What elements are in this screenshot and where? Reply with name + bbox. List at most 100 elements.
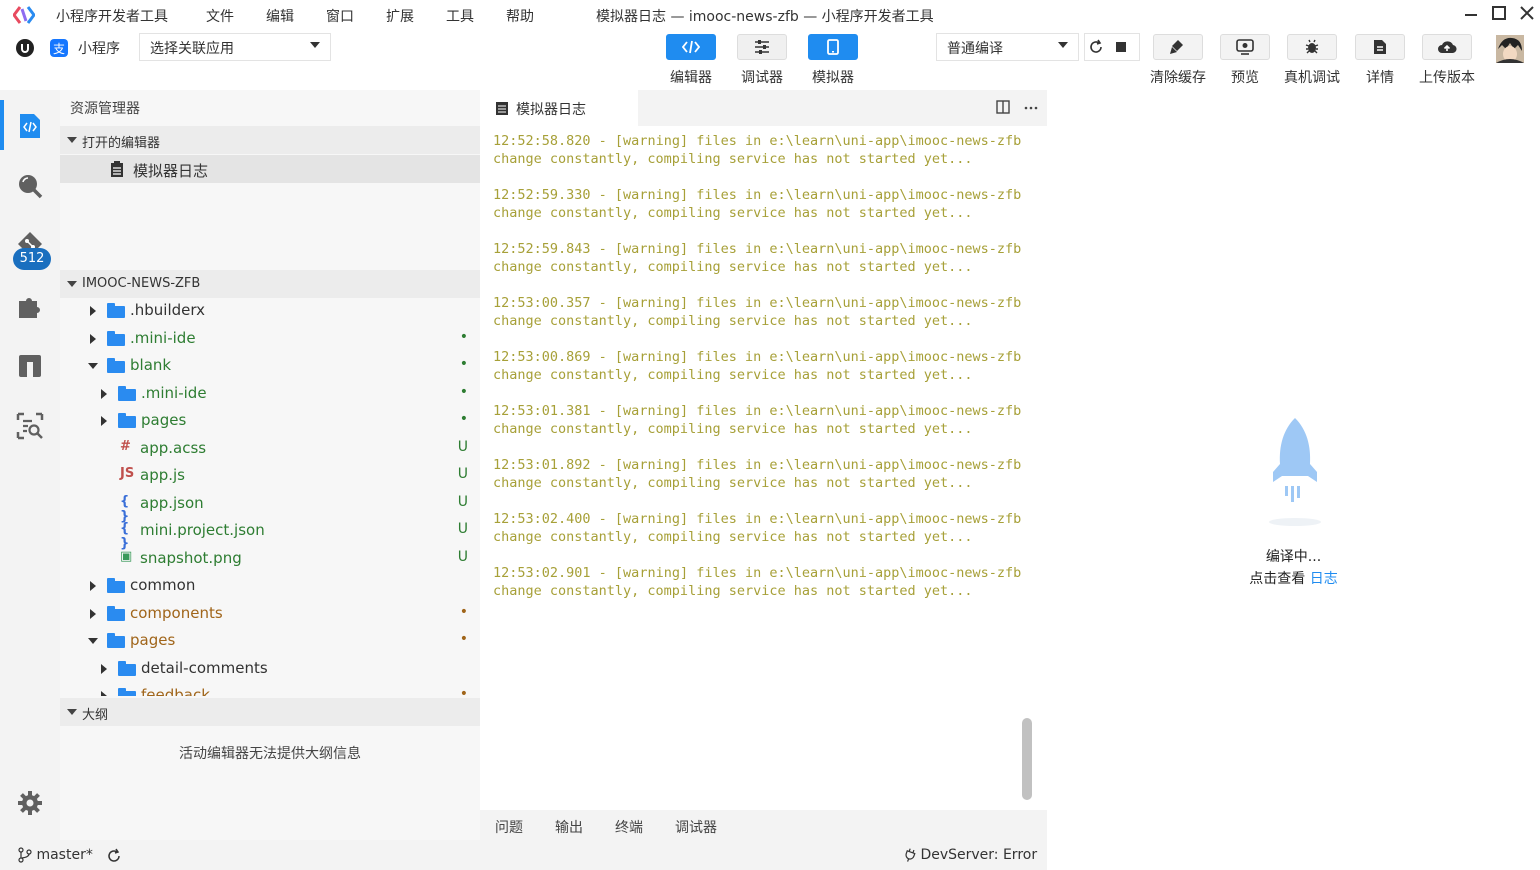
stop-icon[interactable] — [1116, 42, 1126, 52]
refresh-icon[interactable] — [1088, 39, 1104, 55]
extensions-icon[interactable] — [15, 291, 45, 321]
tab-terminal[interactable]: 终端 — [615, 817, 643, 837]
view-log-link[interactable]: 日志 — [1310, 571, 1338, 587]
menu-edit[interactable]: 编辑 — [266, 6, 294, 26]
menu-app[interactable]: 小程序开发者工具 — [56, 6, 168, 26]
tree-item-label: blank — [130, 356, 172, 374]
split-editor-icon[interactable] — [996, 100, 1010, 114]
remote-debug-button[interactable] — [1287, 34, 1337, 60]
log-entry: 12:53:01.381 - [warning] files in e:\lea… — [493, 402, 1028, 438]
chevron-down-icon[interactable] — [88, 363, 98, 369]
gear-icon[interactable] — [15, 788, 45, 818]
open-editors-header[interactable]: 打开的编辑器 — [60, 126, 480, 154]
tree-item[interactable]: .hbuilderx — [60, 298, 480, 325]
menu-help[interactable]: 帮助 — [506, 6, 534, 26]
view-log-hint: 点击查看 日志 — [1047, 568, 1540, 588]
sync-icon[interactable] — [106, 848, 122, 864]
preview-button[interactable] — [1220, 34, 1270, 60]
compile-controls — [1084, 33, 1140, 61]
tree-item[interactable]: blank • — [60, 353, 480, 380]
tree-item[interactable]: feedback • — [60, 683, 480, 696]
menu-file[interactable]: 文件 — [206, 6, 234, 26]
tab-problems[interactable]: 问题 — [495, 817, 523, 837]
search-icon[interactable] — [15, 171, 45, 201]
layout-icon[interactable] — [15, 351, 45, 381]
toolbar: 支 小程序 选择关联应用 编辑器 调试器 模拟器 普通编译 清除缓存 预览 真机… — [0, 30, 1540, 90]
project-header[interactable]: IMOOC-NEWS-ZFB — [60, 270, 480, 298]
more-actions-icon[interactable] — [1024, 106, 1038, 110]
menu-extensions[interactable]: 扩展 — [386, 6, 414, 26]
details-button[interactable] — [1355, 34, 1405, 60]
chevron-right-icon[interactable] — [101, 388, 107, 399]
upload-label: 上传版本 — [1419, 70, 1475, 86]
upload-button[interactable] — [1422, 34, 1472, 60]
chevron-right-icon[interactable] — [101, 691, 107, 696]
tab-debugger[interactable]: 调试器 — [675, 817, 717, 837]
tree-item-label: app.json — [140, 493, 204, 512]
title-bar: 小程序开发者工具 文件 编辑 窗口 扩展 工具 帮助 模拟器日志 — imooc… — [0, 0, 1540, 30]
tree-item[interactable]: # app.acss U — [60, 436, 480, 463]
log-timestamp: 12:52:59.843 — [493, 241, 591, 257]
editor-toggle-button[interactable] — [666, 34, 716, 60]
git-status-badge: • — [459, 411, 468, 427]
css-icon: # — [120, 438, 131, 454]
code-icon[interactable] — [15, 111, 45, 141]
menu-window[interactable]: 窗口 — [326, 6, 354, 26]
tree-item[interactable]: { } mini.project.json U — [60, 518, 480, 551]
folder-icon — [107, 578, 125, 593]
devserver-status[interactable]: DevServer: Error — [904, 847, 1037, 863]
tab-simulator-log[interactable]: 模拟器日志 — [480, 90, 638, 126]
tree-item[interactable]: pages • — [60, 628, 480, 655]
chevron-down-icon — [1058, 42, 1068, 48]
outline-header[interactable]: 大纲 — [60, 698, 480, 726]
debugger-toggle-label: 调试器 — [741, 70, 783, 86]
tree-item[interactable]: .mini-ide • — [60, 381, 480, 408]
tree-item[interactable]: components • — [60, 601, 480, 628]
git-status-badge: U — [457, 466, 468, 482]
log-scrollbar[interactable] — [1022, 718, 1032, 800]
tree-item[interactable]: { } app.json U — [60, 491, 480, 524]
log-entry: 12:52:59.330 - [warning] files in e:\lea… — [493, 186, 1028, 222]
maximize-icon[interactable] — [1488, 4, 1510, 26]
simulator-panel: 编译中... 点击查看 日志 — [1047, 90, 1540, 870]
log-entry: 12:52:59.843 - [warning] files in e:\lea… — [493, 240, 1028, 276]
close-icon[interactable] — [1516, 4, 1538, 26]
chevron-down-icon[interactable] — [88, 638, 98, 644]
chevron-right-icon[interactable] — [101, 663, 107, 674]
file-tree: .hbuilderx .mini-ide • blank • .mini-ide • page… — [60, 298, 480, 696]
account-icon[interactable] — [16, 39, 34, 57]
debugger-toggle-button[interactable] — [737, 34, 787, 60]
log-timestamp: 12:53:00.357 — [493, 295, 591, 311]
chevron-right-icon[interactable] — [101, 416, 107, 426]
menu-tools[interactable]: 工具 — [446, 6, 474, 26]
chevron-right-icon[interactable] — [90, 608, 96, 619]
branch-indicator[interactable]: master* — [18, 847, 93, 863]
tree-item[interactable]: ▣ snapshot.png U — [60, 546, 480, 573]
simulator-toggle-button[interactable] — [808, 34, 858, 60]
minimize-icon[interactable] — [1460, 4, 1482, 26]
tab-output[interactable]: 输出 — [555, 817, 583, 837]
active-indicator — [0, 100, 4, 150]
tree-item[interactable]: .mini-ide • — [60, 326, 480, 353]
tree-item[interactable]: common — [60, 573, 480, 600]
tree-item[interactable]: JS app.js U — [60, 463, 480, 490]
tree-item[interactable]: pages • — [60, 408, 480, 435]
chevron-right-icon[interactable] — [90, 333, 96, 344]
tree-item[interactable]: detail-comments — [60, 656, 480, 683]
chevron-right-icon[interactable] — [90, 306, 96, 316]
chevron-right-icon[interactable] — [90, 581, 96, 591]
inspect-icon[interactable] — [15, 411, 45, 441]
log-timestamp: 12:53:01.381 — [493, 403, 591, 419]
rocket-icon — [1269, 418, 1321, 526]
document-icon — [496, 102, 508, 115]
log-entry: 12:52:58.820 - [warning] files in e:\lea… — [493, 132, 1028, 168]
compile-mode-select[interactable]: 普通编译 — [936, 33, 1079, 61]
avatar[interactable] — [1496, 35, 1524, 63]
document-icon — [1374, 40, 1386, 54]
open-editor-label: 模拟器日志 — [133, 162, 209, 180]
bug-icon — [1305, 39, 1319, 54]
clear-cache-button[interactable] — [1153, 34, 1203, 60]
app-select[interactable]: 选择关联应用 — [139, 33, 331, 61]
git-status-badge: U — [457, 438, 468, 455]
open-editor-item[interactable]: 模拟器日志 — [60, 155, 480, 183]
